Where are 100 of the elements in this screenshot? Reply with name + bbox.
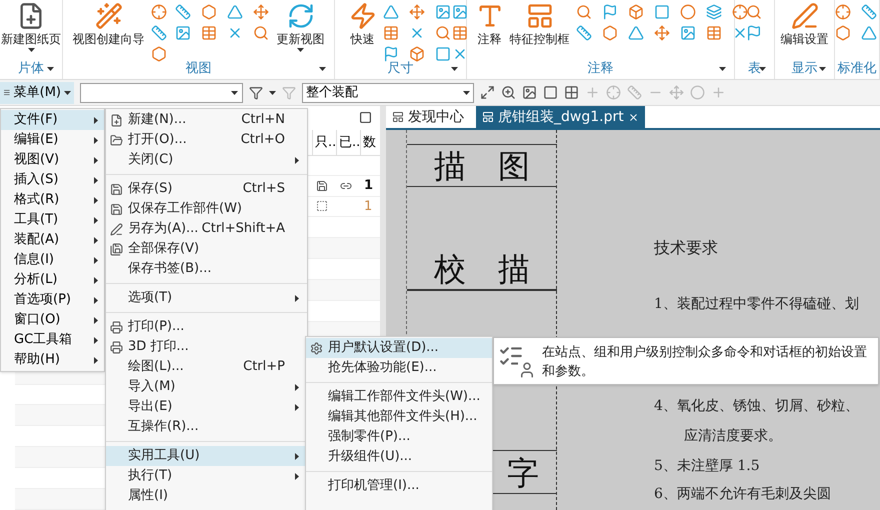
group-menu-caret-icon[interactable]	[819, 67, 826, 71]
magnifier-icon[interactable]	[434, 25, 450, 41]
close-icon[interactable]	[628, 112, 639, 122]
group-menu-caret-icon[interactable]	[719, 67, 726, 71]
menu-item[interactable]: GC工具箱	[1, 330, 104, 350]
box-icon[interactable]	[408, 46, 424, 62]
flag-icon[interactable]	[602, 4, 618, 20]
column-header[interactable]: 只..	[312, 130, 336, 155]
caret-icon[interactable]	[231, 90, 238, 94]
caret-icon[interactable]	[297, 48, 304, 52]
menu-item[interactable]: 视图(V)	[1, 150, 104, 170]
menu-item[interactable]: 编辑工作部件文件头(W)...	[306, 387, 492, 407]
box-icon[interactable]	[628, 4, 644, 20]
magnifier-icon[interactable]	[746, 4, 762, 20]
menu-item[interactable]: 保存书签(B)...	[106, 259, 307, 279]
document-tab[interactable]: 虎钳组装_dwg1.prt	[476, 106, 645, 128]
zoom-icon[interactable]	[501, 85, 516, 100]
group-menu-caret-icon[interactable]	[319, 67, 326, 71]
menu-item[interactable]: 打印机管理(I)...	[306, 476, 492, 496]
menu-button[interactable]: 菜单(M)	[0, 82, 74, 104]
menu-item[interactable]: 分析(L)	[1, 270, 104, 290]
ribbon-button[interactable]: 注释	[476, 0, 504, 48]
flag-icon[interactable]	[382, 46, 398, 62]
arrows-icon[interactable]	[669, 85, 684, 100]
image-icon[interactable]	[174, 25, 190, 41]
group-menu-caret-icon[interactable]	[759, 67, 766, 71]
menu-item[interactable]: 新建(N)... Ctrl+N	[106, 110, 307, 130]
hexagon-icon[interactable]	[200, 4, 216, 20]
circle-icon[interactable]	[680, 4, 696, 20]
triangle-icon[interactable]	[861, 25, 877, 41]
menu-item[interactable]: 插入(S)	[1, 170, 104, 190]
menu-item[interactable]: 实用工具(U)	[106, 446, 307, 466]
ruler-icon[interactable]	[627, 85, 642, 100]
flag-icon[interactable]	[746, 25, 762, 41]
ribbon-button[interactable]: 编辑设置	[780, 0, 828, 48]
group-menu-caret-icon[interactable]	[47, 67, 54, 71]
hexagon-icon[interactable]	[150, 46, 166, 62]
table-icon[interactable]	[452, 25, 468, 41]
group-menu-caret-icon[interactable]	[451, 67, 458, 71]
caret-icon[interactable]	[64, 90, 71, 94]
crosshair-icon[interactable]	[606, 85, 621, 100]
circle-icon[interactable]	[690, 85, 705, 100]
view-icon[interactable]	[522, 85, 537, 100]
ribbon-button[interactable]: 特征控制框	[510, 0, 570, 48]
menu-item[interactable]: 首选项(P)	[1, 290, 104, 310]
menu-item[interactable]: 格式(R)	[1, 190, 104, 210]
maximize-icon[interactable]	[359, 111, 372, 124]
menu-item[interactable]: 文件(F)	[1, 110, 104, 130]
crosshair-icon[interactable]	[835, 4, 851, 20]
fit-icon[interactable]	[480, 85, 495, 100]
arrows-icon[interactable]	[408, 4, 424, 20]
menu-item[interactable]: 工具(T)	[1, 210, 104, 230]
menu-item[interactable]: 导出(E)	[106, 397, 307, 417]
filter-icon[interactable]	[249, 86, 263, 100]
menu-item[interactable]: 抢先体验功能(E)...	[306, 358, 492, 378]
hexagon-icon[interactable]	[835, 25, 851, 41]
plus-icon[interactable]	[585, 85, 600, 100]
menu-item[interactable]: 装配(A)	[1, 230, 104, 250]
ruler-icon[interactable]	[174, 4, 190, 20]
plus-icon[interactable]	[711, 85, 726, 100]
ribbon-button[interactable]: 更新视图	[276, 0, 324, 52]
arrows-icon[interactable]	[654, 25, 670, 41]
ribbon-button[interactable]: 快速	[348, 0, 376, 48]
table-icon[interactable]	[200, 25, 216, 41]
square-icon[interactable]	[543, 85, 558, 100]
crosshair-icon[interactable]	[150, 4, 166, 20]
magnifier-icon[interactable]	[576, 4, 592, 20]
image-icon[interactable]	[434, 4, 450, 20]
menu-item[interactable]: 编辑(E)	[1, 130, 104, 150]
caret-icon[interactable]	[28, 48, 34, 52]
magnifier-icon[interactable]	[252, 25, 268, 41]
scope-dropdown[interactable]: 整个装配	[302, 82, 474, 102]
menu-item[interactable]: 帮助(H)	[1, 350, 104, 370]
triangle-icon[interactable]	[628, 25, 644, 41]
menu-item[interactable]: 打印(P)...	[106, 317, 307, 337]
image-icon[interactable]	[452, 4, 468, 20]
menu-item[interactable]: 窗口(O)	[1, 310, 104, 330]
arrows-icon[interactable]	[252, 4, 268, 20]
hexagon-icon[interactable]	[602, 25, 618, 41]
menu-item[interactable]: 关闭(C)	[106, 150, 307, 170]
menu-item[interactable]: 互操作(R)...	[106, 417, 307, 437]
menu-item[interactable]: 编辑其他部件文件头(H)...	[306, 407, 492, 427]
menu-item[interactable]: 属性(I)	[106, 486, 307, 506]
table-icon[interactable]	[382, 25, 398, 41]
menu-item[interactable]: 强制零件(P)...	[306, 427, 492, 447]
menu-item[interactable]: 3D 打印...	[106, 337, 307, 357]
ribbon-button[interactable]: 视图创建向导	[72, 0, 144, 48]
ruler-icon[interactable]	[576, 25, 592, 41]
image-icon[interactable]	[680, 25, 696, 41]
menu-item[interactable]: 保存(S) Ctrl+S	[106, 179, 307, 199]
menu-item[interactable]: 另存为(A)... Ctrl+Shift+A	[106, 219, 307, 239]
menu-item[interactable]: 升级组件(U)...	[306, 447, 492, 467]
column-header[interactable]: 数	[360, 130, 380, 155]
menu-item[interactable]: 用户默认设置(D)...	[306, 338, 492, 358]
ribbon-button[interactable]: 新建图纸页	[1, 0, 61, 52]
caret-icon[interactable]	[463, 90, 470, 94]
grid-icon[interactable]	[564, 85, 579, 100]
menu-item[interactable]: 执行(T)	[106, 466, 307, 486]
menu-item[interactable]: 绘图(L)... Ctrl+P	[106, 357, 307, 377]
column-header[interactable]: 已..	[336, 130, 360, 155]
